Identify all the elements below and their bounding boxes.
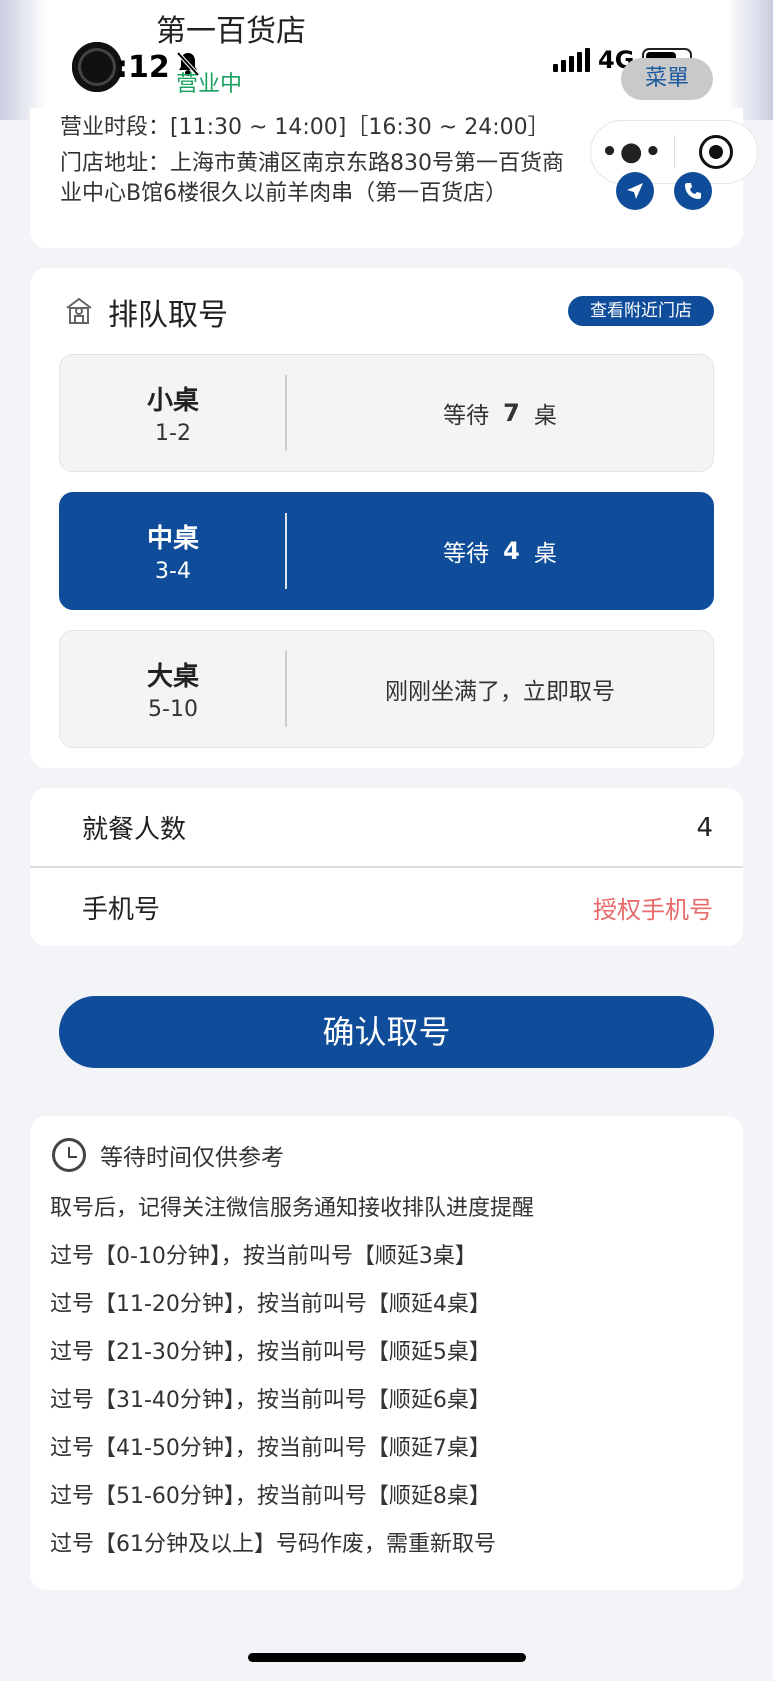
store-icon — [66, 297, 92, 324]
menu-button[interactable]: 菜單 — [621, 58, 713, 100]
phone-label: 手机号 — [82, 895, 161, 925]
table-option-small[interactable]: 小桌 1-2 等待 7 桌 — [59, 354, 714, 472]
wait-count: 7 — [503, 399, 520, 427]
diners-label: 就餐人数 — [82, 815, 187, 845]
nearby-stores-button[interactable]: 查看附近门店 — [568, 296, 714, 326]
notes-card: 等待时间仅供参考 取号后，记得关注微信服务通知接收排队进度提醒 过号【0-10分… — [30, 1116, 743, 1590]
wait-suffix: 桌 — [533, 403, 557, 429]
note-line: 过号【31-40分钟】，按当前叫号【顺延6桌】 — [50, 1388, 491, 1413]
table-option-large[interactable]: 大桌 5-10 刚刚坐满了，立即取号 — [59, 630, 714, 748]
close-target-button[interactable] — [675, 135, 758, 169]
table-option-medium[interactable]: 中桌 3-4 等待 4 桌 — [59, 492, 714, 610]
page: 第一百货店 :12 营业中 4G 菜單 营业时段：[11:30 ~ 14:00]… — [0, 0, 773, 1681]
redaction-scribble — [72, 42, 122, 92]
wait-suffix: 桌 — [533, 541, 557, 567]
open-status: 营业中 — [176, 72, 243, 97]
business-hours: 营业时段：[11:30 ~ 14:00]［16:30 ~ 24:00］ — [60, 115, 550, 140]
table-size-name: 小桌 — [146, 386, 199, 416]
note-line: 过号【61分钟及以上】号码作废，需重新取号 — [50, 1532, 496, 1557]
queue-title: 排队取号 — [108, 298, 228, 333]
signal-icon — [553, 48, 590, 72]
navigation-arrow-icon — [627, 183, 643, 199]
table-size-range: 5-10 — [148, 697, 198, 722]
phone-icon — [685, 183, 701, 199]
phone-row: 手机号 授权手机号 — [30, 868, 743, 947]
note-line: 过号【21-30分钟】，按当前叫号【顺延5桌】 — [50, 1340, 491, 1365]
confirm-queue-button[interactable]: 确认取号 — [59, 996, 714, 1068]
form-card: 就餐人数 4 手机号 授权手机号 — [30, 788, 743, 946]
home-indicator[interactable] — [248, 1653, 526, 1662]
clock-icon — [52, 1138, 86, 1172]
table-size-name: 中桌 — [146, 524, 199, 554]
table-size-info: 大桌 5-10 — [60, 631, 286, 747]
authorize-phone-link[interactable]: 授权手机号 — [593, 890, 713, 925]
wait-info: 等待 4 桌 — [287, 493, 713, 609]
address-line-2: 业中心B馆6楼很久以前羊肉串（第一百货店） — [60, 181, 508, 206]
note-line: 取号后，记得关注微信服务通知接收排队进度提醒 — [50, 1196, 535, 1221]
notes-header: 等待时间仅供参考 — [52, 1138, 284, 1172]
diners-value[interactable]: 4 — [696, 813, 713, 843]
wait-prefix: 等待 — [443, 541, 490, 567]
wait-prefix: 等待 — [443, 403, 490, 429]
call-button[interactable] — [674, 172, 712, 210]
queue-card: 排队取号 查看附近门店 小桌 1-2 等待 7 桌 中桌 3-4 等待 4 桌 … — [30, 268, 743, 768]
target-icon — [698, 135, 733, 169]
table-size-range: 3-4 — [155, 559, 191, 584]
navigation-button[interactable] — [616, 172, 654, 210]
time-text: :12 — [116, 49, 170, 85]
mini-program-capsule: •●• — [590, 120, 758, 184]
address-line-1: 门店地址：上海市黄浦区南京东路830号第一百货商 — [60, 151, 564, 176]
wait-status: 刚刚坐满了，立即取号 — [385, 679, 615, 705]
note-line: 过号【41-50分钟】，按当前叫号【顺延7桌】 — [50, 1436, 491, 1461]
table-size-info: 小桌 1-2 — [60, 355, 286, 471]
table-size-range: 1-2 — [155, 421, 191, 446]
table-size-name: 大桌 — [146, 662, 199, 692]
more-dots-icon[interactable]: •●• — [591, 137, 674, 167]
note-line: 过号【11-20分钟】，按当前叫号【顺延4桌】 — [50, 1292, 491, 1317]
wait-info: 等待 7 桌 — [287, 355, 713, 471]
table-size-info: 中桌 3-4 — [60, 493, 286, 609]
note-line: 过号【0-10分钟】，按当前叫号【顺延3桌】 — [50, 1244, 477, 1269]
note-line: 过号【51-60分钟】，按当前叫号【顺延8桌】 — [50, 1484, 491, 1509]
wait-count: 4 — [503, 537, 520, 565]
diners-row[interactable]: 就餐人数 4 — [30, 788, 743, 867]
notes-title: 等待时间仅供参考 — [100, 1145, 284, 1171]
